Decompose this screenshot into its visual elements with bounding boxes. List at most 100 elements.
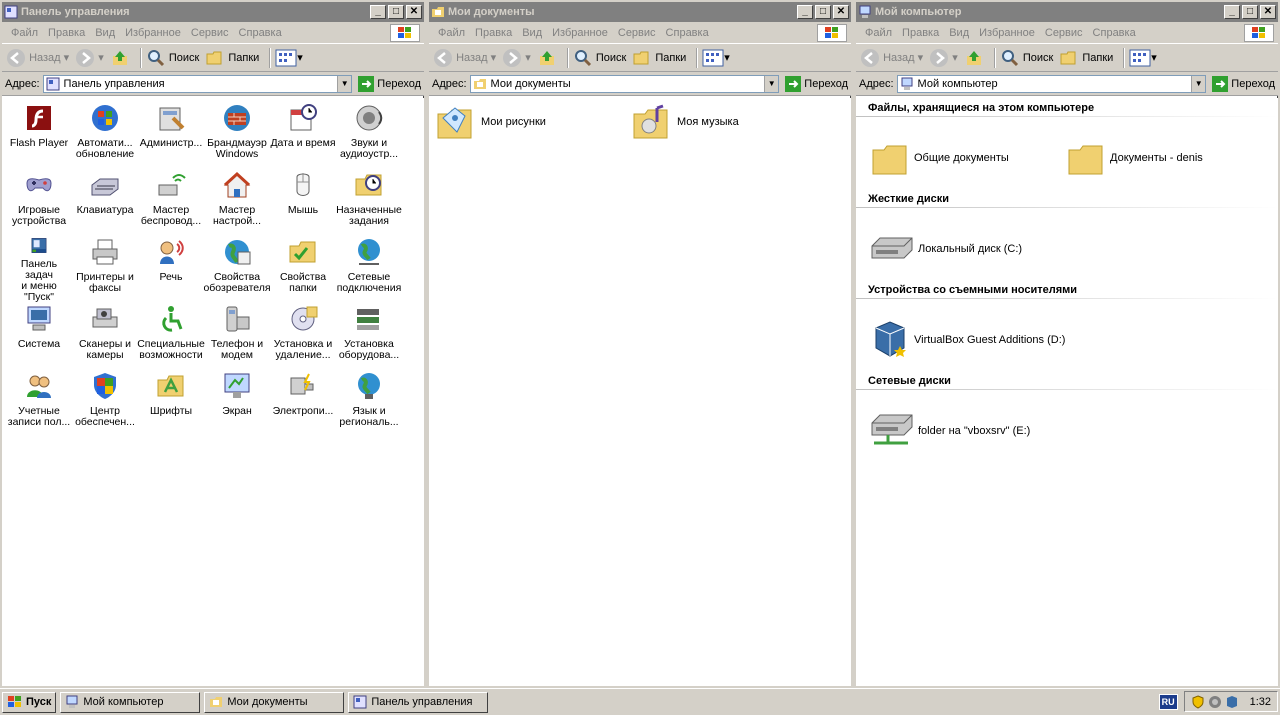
control-panel-item[interactable]: Система (6, 303, 72, 370)
local-disk-c[interactable]: Локальный диск (C:) (870, 218, 1066, 280)
virtualbox-icon[interactable] (1225, 695, 1239, 709)
close-button[interactable]: ✕ (1260, 5, 1276, 19)
control-panel-item[interactable]: Электропи... (270, 370, 336, 437)
folders-button[interactable]: Папки (1059, 48, 1113, 68)
minimize-button[interactable]: _ (1224, 5, 1240, 19)
control-panel-item[interactable]: Шрифты (138, 370, 204, 437)
control-panel-item[interactable]: Сетевые подключения (336, 236, 402, 303)
control-panel-item[interactable]: Центр обеспечен... (72, 370, 138, 437)
control-panel-item[interactable]: Игровые устройства (6, 169, 72, 236)
control-panel-item[interactable]: Дата и время (270, 102, 336, 169)
security-shield-icon[interactable] (1191, 694, 1205, 709)
network-status-icon[interactable] (1208, 695, 1222, 709)
control-panel-item[interactable]: Экран (204, 370, 270, 437)
up-button[interactable] (110, 48, 130, 68)
language-indicator[interactable]: RU (1158, 693, 1178, 710)
taskbar-my-computer[interactable]: Мой компьютер (60, 691, 201, 713)
title-bar[interactable]: Панель управления _ □ ✕ (2, 2, 424, 22)
control-panel-item[interactable]: Назначенные задания (336, 169, 402, 236)
go-button[interactable]: Переход (1212, 75, 1275, 92)
control-panel-item[interactable]: Брандмауэр Windows (204, 102, 270, 169)
menu-favorites[interactable]: Избранное (974, 27, 1040, 39)
user-documents-folder[interactable]: Документы - denis (1066, 127, 1262, 189)
menu-file[interactable]: Файл (860, 27, 897, 39)
folders-button[interactable]: Папки (632, 48, 686, 68)
views-button[interactable]: ▾ (1129, 49, 1157, 67)
menu-help[interactable]: Справка (1088, 27, 1141, 39)
back-button[interactable]: Назад ▾ (860, 48, 923, 68)
menu-help[interactable]: Справка (234, 27, 287, 39)
taskbar-control-panel[interactable]: Панель управления (348, 691, 489, 713)
control-panel-item[interactable]: Язык и региональ... (336, 370, 402, 437)
my-pictures-folder[interactable]: Мои рисунки (435, 102, 631, 142)
control-panel-item[interactable]: Мастер беспровод... (138, 169, 204, 236)
menu-tools[interactable]: Сервис (1040, 27, 1088, 39)
clock[interactable]: 1:32 (1250, 696, 1271, 708)
control-panel-item[interactable]: Принтеры и факсы (72, 236, 138, 303)
forward-button[interactable]: ▾ (929, 48, 958, 68)
search-button[interactable]: Поиск (573, 48, 626, 68)
control-panel-item[interactable]: Flash Player (6, 102, 72, 169)
control-panel-item[interactable]: Учетные записи пол... (6, 370, 72, 437)
views-button[interactable]: ▾ (702, 49, 730, 67)
control-panel-item[interactable]: Установка и удаление... (270, 303, 336, 370)
menu-help[interactable]: Справка (661, 27, 714, 39)
address-dropdown-button[interactable]: ▼ (764, 75, 779, 92)
menu-file[interactable]: Файл (6, 27, 43, 39)
maximize-button[interactable]: □ (815, 5, 831, 19)
title-bar[interactable]: Мой компьютер _ □ ✕ (856, 2, 1278, 22)
forward-button[interactable]: ▾ (75, 48, 104, 68)
address-input[interactable]: Мой компьютер ▼ (896, 74, 1207, 93)
views-button[interactable]: ▾ (275, 49, 303, 67)
cd-drive-d[interactable]: VirtualBox Guest Additions (D:) (870, 309, 1066, 371)
taskbar-my-documents[interactable]: Мои документы (204, 691, 345, 713)
my-music-folder[interactable]: Моя музыка (631, 102, 827, 142)
close-button[interactable]: ✕ (833, 5, 849, 19)
control-panel-item[interactable]: Звуки и аудиоустр... (336, 102, 402, 169)
back-button[interactable]: Назад ▾ (6, 48, 69, 68)
address-dropdown-button[interactable]: ▼ (1191, 75, 1206, 92)
control-panel-item[interactable]: Свойства обозревателя (203, 236, 271, 303)
control-panel-item[interactable]: Специальные возможности (137, 303, 205, 370)
control-panel-item[interactable]: Установка оборудова... (336, 303, 402, 370)
minimize-button[interactable]: _ (797, 5, 813, 19)
menu-edit[interactable]: Правка (897, 27, 944, 39)
control-panel-item[interactable]: Мышь (270, 169, 336, 236)
search-button[interactable]: Поиск (146, 48, 199, 68)
menu-edit[interactable]: Правка (43, 27, 90, 39)
up-button[interactable] (964, 48, 984, 68)
up-button[interactable] (537, 48, 557, 68)
close-button[interactable]: ✕ (406, 5, 422, 19)
control-panel-item[interactable]: Речь (138, 236, 204, 303)
menu-favorites[interactable]: Избранное (547, 27, 613, 39)
folders-button[interactable]: Папки (205, 48, 259, 68)
control-panel-item[interactable]: Автомати... обновление (72, 102, 138, 169)
go-button[interactable]: Переход (785, 75, 848, 92)
control-panel-item[interactable]: Администр... (138, 102, 204, 169)
minimize-button[interactable]: _ (370, 5, 386, 19)
control-panel-item[interactable]: Клавиатура (72, 169, 138, 236)
maximize-button[interactable]: □ (1242, 5, 1258, 19)
menu-tools[interactable]: Сервис (613, 27, 661, 39)
title-bar[interactable]: Мои документы _ □ ✕ (429, 2, 851, 22)
forward-button[interactable]: ▾ (502, 48, 531, 68)
search-button[interactable]: Поиск (1000, 48, 1053, 68)
control-panel-item[interactable]: Панель задач и меню "Пуск" (6, 236, 72, 303)
address-input[interactable]: Панель управления ▼ (42, 74, 353, 93)
control-panel-item[interactable]: Сканеры и камеры (72, 303, 138, 370)
go-button[interactable]: Переход (358, 75, 421, 92)
menu-edit[interactable]: Правка (470, 27, 517, 39)
menu-tools[interactable]: Сервис (186, 27, 234, 39)
maximize-button[interactable]: □ (388, 5, 404, 19)
menu-view[interactable]: Вид (90, 27, 120, 39)
address-input[interactable]: Мои документы ▼ (469, 74, 780, 93)
control-panel-item[interactable]: Телефон и модем (204, 303, 270, 370)
back-button[interactable]: Назад ▾ (433, 48, 496, 68)
menu-file[interactable]: Файл (433, 27, 470, 39)
network-drive-e[interactable]: folder на "vboxsrv" (E:) (870, 400, 1066, 462)
menu-view[interactable]: Вид (944, 27, 974, 39)
shared-documents-folder[interactable]: Общие документы (870, 127, 1066, 189)
menu-view[interactable]: Вид (517, 27, 547, 39)
control-panel-item[interactable]: Свойства папки (270, 236, 336, 303)
control-panel-item[interactable]: Мастер настрой... (204, 169, 270, 236)
